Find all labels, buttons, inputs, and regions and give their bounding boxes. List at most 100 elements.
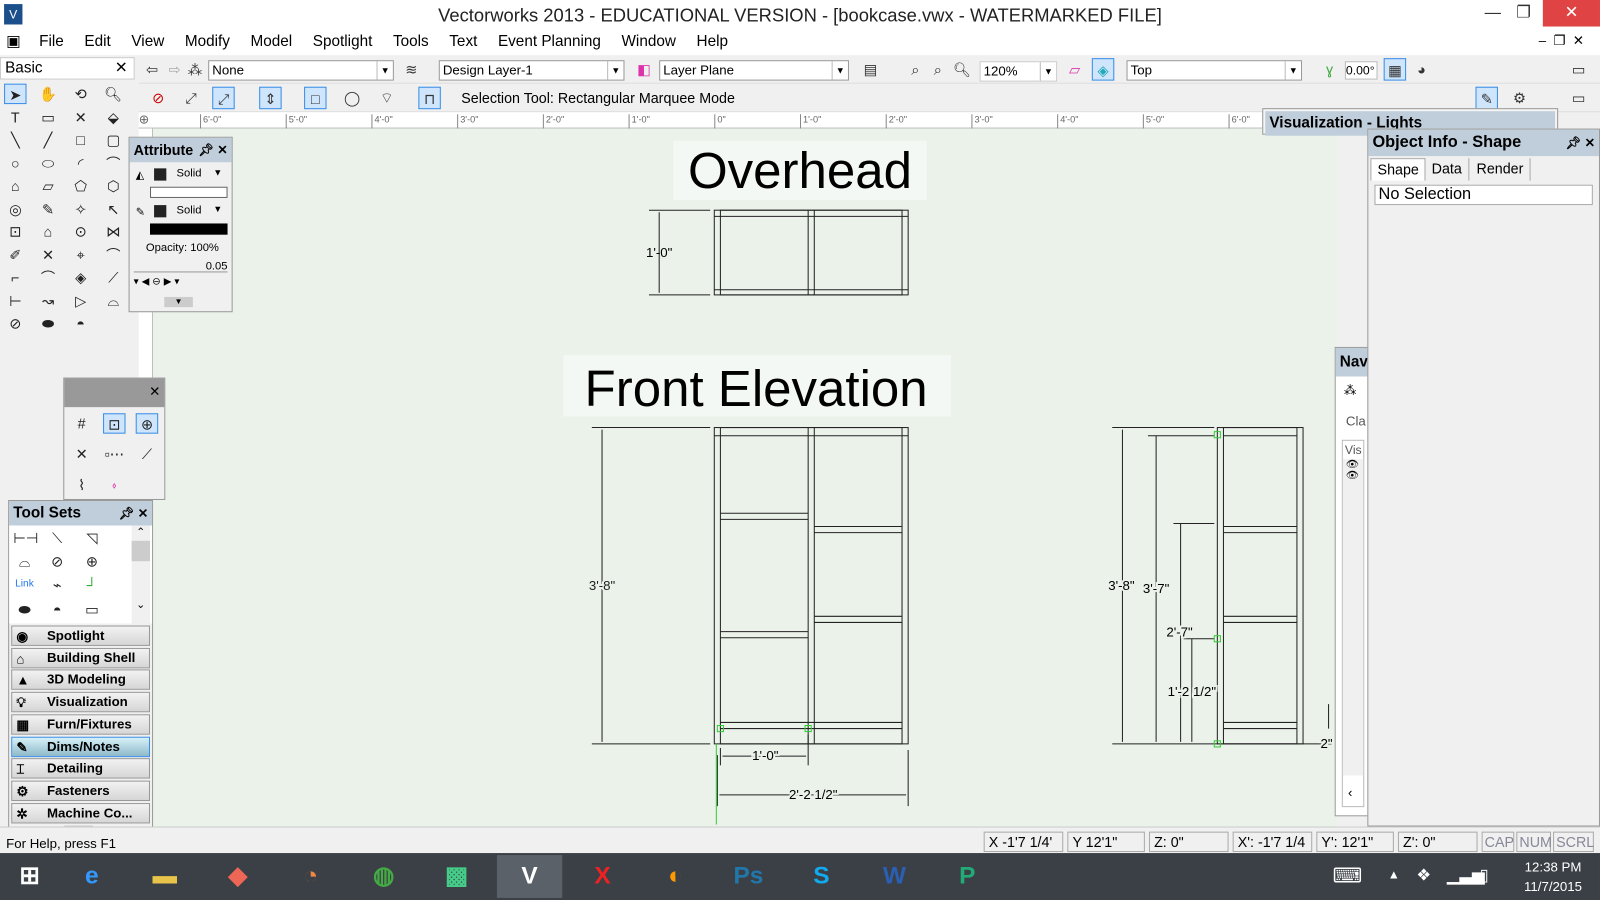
toolset-detailing[interactable]: ⌶ Detailing [11, 758, 150, 779]
radial-dim-tool-icon[interactable]: ⊘ [4, 313, 26, 333]
rectangle-tool-icon[interactable]: □ [69, 130, 91, 150]
protractor-icon[interactable]: ◓ [46, 599, 68, 619]
class-icon[interactable]: ⁂ [1344, 383, 1356, 397]
callout-tool-icon[interactable]: ▭ [37, 107, 59, 127]
menu-window[interactable]: Window [613, 31, 684, 53]
palette-toggle-icon[interactable]: ▭ [1567, 87, 1589, 109]
dim-side-height-4[interactable]: 1'-2 1/2" [1166, 682, 1219, 701]
lasso-icon[interactable]: ◯ [341, 87, 363, 109]
doc-window-controls[interactable]: – ❐ ✕ [1539, 33, 1584, 49]
angled-dim-icon[interactable]: ⟍ [46, 528, 68, 548]
3d-extrude-tool-icon[interactable]: ◈ [69, 267, 91, 287]
rounded-rect-tool-icon[interactable]: ▢ [102, 130, 124, 150]
keyboard-icon[interactable]: ⌨ [1333, 863, 1362, 889]
center-mark-icon[interactable]: ⊕ [81, 551, 103, 571]
resize-mode-icon[interactable]: ⇕ [259, 86, 282, 110]
pen-color-swatch[interactable] [154, 205, 167, 218]
dim-side-height-2[interactable]: 3'-7" [1141, 579, 1172, 598]
angled-dim-tool-icon[interactable]: ↝ [37, 290, 59, 310]
menu-event-planning[interactable]: Event Planning [490, 31, 609, 53]
snap-intersection-icon[interactable]: ✕ [70, 444, 92, 464]
oval-tool-icon[interactable]: ⬭ [37, 153, 59, 173]
pen-style[interactable]: Solid [177, 204, 202, 216]
visibility-column[interactable]: 👁︎ 👁︎ [1342, 459, 1364, 776]
maximize-button[interactable]: ❐ [1500, 0, 1547, 27]
protractor-tool-icon[interactable]: ◓ [69, 313, 91, 333]
dropbox-icon[interactable]: ❖ [1416, 865, 1431, 885]
group-mode-icon[interactable]: ⊓ [418, 86, 441, 110]
dim-side-height-1[interactable]: 3'-8" [1106, 576, 1137, 595]
toolset-machine-co-[interactable]: ✲ Machine Co... [11, 802, 150, 824]
radial-dim-icon[interactable]: ⊘ [46, 551, 68, 571]
taskbar-skype-icon[interactable]: S [789, 855, 854, 898]
fill-style[interactable]: Solid [177, 167, 202, 179]
front-elevation[interactable] [591, 427, 909, 807]
angular-dim-icon[interactable]: ◹ [81, 528, 103, 548]
locus-tool-icon[interactable]: ✕ [69, 107, 91, 127]
menu-view[interactable]: View [123, 31, 172, 53]
arrowhead-controls[interactable]: ▾ ◀ ⊖ ▶ ▾ [134, 277, 228, 288]
disable-snap-icon[interactable]: ⊘ [147, 87, 169, 109]
plane-select[interactable]: Layer Plane ▼ [659, 60, 849, 81]
toolset-fasteners[interactable]: ⚙ Fasteners [11, 780, 150, 801]
datum-icon[interactable]: ┘ [81, 574, 103, 594]
tape-icon[interactable]: ⬬ [13, 599, 35, 619]
break-line-icon[interactable]: ⌁ [46, 574, 68, 594]
classes-tab[interactable]: Cla [1346, 413, 1366, 428]
menu-help[interactable]: Help [688, 31, 736, 53]
text-tool-icon[interactable]: T [4, 107, 26, 127]
view-select[interactable]: Top ▼ [1126, 60, 1303, 81]
opacity-label[interactable]: Opacity: 100% [146, 242, 219, 254]
callout-icon[interactable]: ▭ [81, 599, 103, 619]
eyedropper-tool-icon[interactable]: ✎ [37, 198, 59, 218]
line-weight[interactable]: 0.05 [133, 260, 228, 273]
dim-side-height-5[interactable]: 2" [1318, 734, 1334, 753]
toolset-spotlight[interactable]: ◉ Spotlight [11, 625, 150, 646]
close-icon[interactable]: ✕ [149, 384, 160, 400]
taskbar-vectorworks-icon[interactable]: V [496, 855, 563, 898]
arc-length-tool-icon[interactable]: ⌓ [102, 290, 124, 310]
zoom-objects-icon[interactable]: ⌕ [927, 58, 949, 80]
snap-angle-icon[interactable]: ⊕ [135, 413, 159, 434]
axis-icon[interactable]: ɣ [1318, 58, 1340, 80]
snap-distance-icon[interactable]: ▫⋯ [103, 444, 125, 464]
polygon-marquee-icon[interactable]: ⌔ [376, 87, 398, 109]
toolset-furn-fixtures[interactable]: ▦ Furn/Fixtures [11, 714, 150, 735]
offset-tool-icon[interactable]: ⌒ [37, 267, 59, 287]
pan-tool-icon[interactable]: ✋ [37, 84, 59, 104]
zoom-select[interactable]: 120% ▼ [979, 61, 1058, 82]
back-icon[interactable]: ⇦ [141, 58, 163, 80]
snap-object-icon[interactable]: ⊡ [103, 413, 126, 434]
horizontal-ruler[interactable]: ⊕ 6'-0" 5'-0" 4'-0" 3'-0" 2'-0" 1'-0" 0" 1'-0" 2… [138, 112, 1264, 129]
reshape-tool-icon[interactable]: ↖ [102, 198, 124, 218]
angular-dim-tool-icon[interactable]: ▷ [69, 290, 91, 310]
circle-tool-icon[interactable]: ○ [4, 153, 26, 173]
taskbar-project-icon[interactable]: P [935, 855, 1000, 898]
loft-tool-icon[interactable]: ⟋ [102, 267, 124, 287]
forward-icon[interactable]: ⇨ [163, 58, 185, 80]
view-plane-icon[interactable]: ◈ [1091, 58, 1115, 81]
smart-edge-icon[interactable]: ⬫ [103, 474, 125, 494]
ruler-origin-icon[interactable]: ⊕ [139, 112, 149, 126]
settings-gear-icon[interactable]: ⚙ [1508, 87, 1530, 109]
overhead-plan[interactable] [648, 209, 909, 296]
dim-front-width[interactable]: 2'-2 1/2" [787, 785, 840, 804]
close-icon[interactable]: ✕ [115, 58, 128, 78]
double-polygon-tool-icon[interactable]: ⬠ [69, 176, 91, 196]
drawing-canvas[interactable]: Overhead Front Elevation 1'-0" 3'-8" 1'-… [153, 128, 1337, 827]
battery-icon[interactable]: ▯ [1480, 865, 1489, 885]
toolset-dims-notes[interactable]: ✎ Dims/Notes [11, 736, 150, 757]
menu-file[interactable]: File [31, 31, 72, 53]
taskbar-app-icon[interactable]: ▩ [424, 855, 489, 898]
fillet-tool-icon[interactable]: ⌒ [102, 244, 124, 264]
dim-overhead-depth[interactable]: 1'-0" [646, 245, 673, 260]
doc-icon[interactable]: ▣ [0, 31, 27, 53]
render-mode-icon[interactable]: ▦ [1383, 58, 1407, 81]
clock[interactable]: 12:38 PM 11/7/2015 [1512, 857, 1594, 896]
close-icon[interactable]: 📌︎ ✕ [198, 138, 227, 162]
close-icon[interactable]: 📌︎ ✕ [119, 501, 148, 525]
fill-color-swatch[interactable] [154, 168, 167, 181]
toolset-building-shell[interactable]: ⌂ Building Shell [11, 647, 150, 669]
taskbar-word-icon[interactable]: W [862, 855, 927, 898]
close-button[interactable]: ✕ [1542, 0, 1600, 27]
